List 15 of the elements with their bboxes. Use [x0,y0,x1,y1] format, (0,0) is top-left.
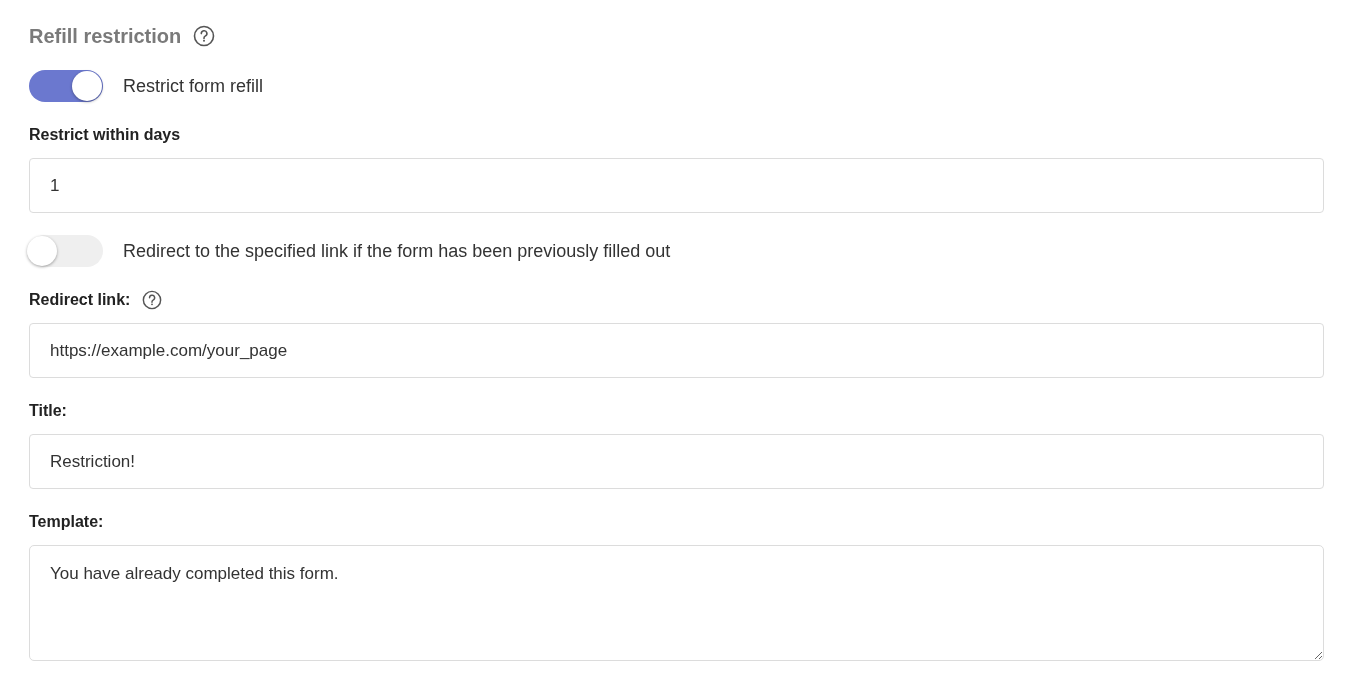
toggle-label: Restrict form refill [123,75,263,97]
toggle-switch[interactable] [29,235,103,267]
input-field[interactable]: https://example.com/your_page [29,323,1324,378]
input-field[interactable]: Restriction! [29,434,1324,489]
toggle-label: Redirect to the specified link if the form has been previously filled out [123,240,671,262]
text-area[interactable]: You have already completed this form. [29,545,1324,661]
field-label: Restrict within days [29,126,181,144]
field-label: Template: [29,513,104,531]
section-heading: Refill restriction [29,24,182,48]
field-label: Redirect link: [29,291,131,309]
help-icon[interactable] [193,25,216,47]
help-icon[interactable] [142,290,163,310]
input-field[interactable]: 1 [29,158,1324,213]
toggle-switch[interactable] [29,70,103,102]
field-label: Title: [29,402,67,420]
